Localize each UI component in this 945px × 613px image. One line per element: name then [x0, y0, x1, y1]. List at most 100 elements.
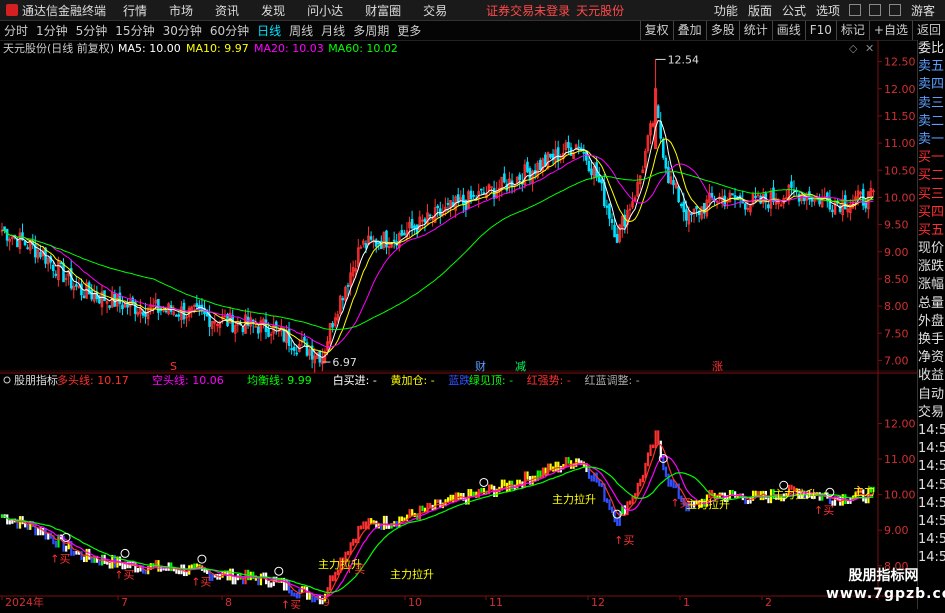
candle-body [16, 239, 19, 248]
menu-item-2[interactable]: 资讯 [204, 2, 250, 19]
sidebar-item-14[interactable]: 总量 [918, 295, 945, 313]
period-2[interactable]: 5分钟 [72, 22, 112, 39]
low-label: 6.97 [332, 356, 357, 369]
menu-item-1[interactable]: 市场 [158, 2, 204, 19]
user-label[interactable]: 游客 [905, 2, 945, 19]
sidebar-item-6[interactable]: 买一 [918, 149, 945, 167]
sub-signal-bar [382, 515, 386, 530]
sidebar-item-3[interactable]: 卖三 [918, 95, 945, 113]
menu-item-6[interactable]: 交易 [412, 2, 458, 19]
sub-signal-bar [587, 468, 591, 479]
tool-0[interactable]: 复权 [639, 21, 673, 40]
tool-7[interactable]: +自选 [868, 21, 912, 40]
sidebar-item-16[interactable]: 换手 [918, 331, 945, 349]
candle-body [369, 236, 373, 240]
sidebar-item-1[interactable]: 卖五 [918, 58, 945, 76]
period-8[interactable]: 月线 [317, 22, 349, 39]
sub-signal-bar [664, 466, 668, 478]
login-warning[interactable]: 证券交易未登录 [486, 2, 570, 19]
tool-1[interactable]: 叠加 [672, 21, 706, 40]
candle-body [567, 141, 570, 148]
chart-svg[interactable]: 天元股份(日线 前复权) MA5: 10.00 MA10: 9.97 MA20: 10… [0, 40, 918, 612]
minimize-icon[interactable] [848, 4, 861, 16]
tool-4[interactable]: 画线 [771, 21, 805, 40]
sub-signal-bar [546, 463, 550, 476]
sub-signal-bar [503, 479, 506, 487]
sidebar-item-13[interactable]: 涨幅 [918, 276, 945, 294]
sidebar-item-8[interactable]: 买三 [918, 186, 945, 204]
sidebar-item-15[interactable]: 外盘 [918, 313, 945, 331]
x-label-8: 2 [765, 596, 772, 609]
tool-5[interactable]: F10 [804, 21, 836, 40]
sidebar-item-17[interactable]: 净资 [918, 349, 945, 367]
sidebar-item-24[interactable]: 14:56 [918, 477, 945, 495]
x-label-1: 7 [121, 596, 128, 609]
menu-item-3[interactable]: 发现 [250, 2, 296, 19]
period-9[interactable]: 多周期 [349, 22, 393, 39]
top-marker-3 [274, 566, 284, 576]
period-4[interactable]: 30分钟 [159, 22, 206, 39]
candle-body [438, 208, 442, 216]
sidebar-item-22[interactable]: 14:56 [918, 440, 945, 458]
tool-8[interactable]: 返回 [911, 21, 945, 40]
sidebar-item-11[interactable]: 现价 [918, 240, 945, 258]
sidebar-item-4[interactable]: 卖二 [918, 113, 945, 131]
sidebar-item-28[interactable]: 14:56 [918, 549, 945, 567]
period-7[interactable]: 周线 [285, 22, 317, 39]
tool-2[interactable]: 多股 [705, 21, 739, 40]
sidebar-item-18[interactable]: 收益 [918, 367, 945, 385]
sidebar-item-27[interactable]: 14:56 [918, 531, 945, 549]
period-6[interactable]: 日线 [253, 22, 285, 39]
sub-signal-bar [421, 505, 424, 512]
maximize-icon[interactable] [868, 4, 881, 16]
candle-body [503, 173, 506, 183]
menu-options[interactable]: 选项 [811, 2, 845, 19]
period-5[interactable]: 60分钟 [206, 22, 253, 39]
candle-body [479, 188, 483, 191]
sidebar-item-9[interactable]: 买四 [918, 204, 945, 222]
candle-body [682, 201, 686, 213]
sidebar-item-0[interactable]: 委比 [918, 40, 945, 58]
menu-item-5[interactable]: 财富圈 [354, 2, 412, 19]
menu-formula[interactable]: 公式 [777, 2, 811, 19]
tool-3[interactable]: 统计 [738, 21, 772, 40]
menu-function[interactable]: 功能 [709, 2, 743, 19]
period-3[interactable]: 15分钟 [111, 22, 158, 39]
x-label-7: 1 [683, 596, 690, 609]
candle-body [403, 232, 406, 236]
buy-arrow-1: ↑买 [114, 568, 134, 581]
menu-layout[interactable]: 版面 [743, 2, 777, 19]
sidebar-item-10[interactable]: 买五 [918, 222, 945, 240]
sidebar-item-12[interactable]: 涨跌 [918, 258, 945, 276]
menu-item-0[interactable]: 行情 [112, 2, 158, 19]
top-marker-4 [479, 477, 489, 487]
menu-item-4[interactable]: 问小达 [296, 2, 354, 19]
sidebar-item-5[interactable]: 卖一 [918, 131, 945, 149]
close-icon[interactable] [888, 4, 901, 16]
sub-signal-bar [480, 487, 483, 493]
sidebar-item-21[interactable]: 14:56 [918, 422, 945, 440]
sub-label-3: 白买进: - [333, 373, 377, 387]
sidebar-item-7[interactable]: 买二 [918, 167, 945, 185]
event-mark-2: 减 [515, 360, 526, 373]
sub-label-8: 红蓝调整: - [585, 373, 640, 387]
period-1[interactable]: 1分钟 [32, 22, 72, 39]
tool-6[interactable]: 标记 [835, 21, 869, 40]
sidebar-item-25[interactable]: 14:56 [918, 495, 945, 513]
sidebar-item-2[interactable]: 卖四 [918, 76, 945, 94]
sidebar-item-20[interactable]: 交易 [918, 404, 945, 422]
candle-body [802, 195, 806, 202]
y-tick-label-4: 10.50 [884, 164, 916, 177]
high-label: 12.54 [668, 53, 700, 66]
candle-body [51, 264, 55, 271]
period-0[interactable]: 分时 [0, 22, 32, 39]
candle-body [590, 168, 593, 176]
sidebar-item-19[interactable]: 自动 [918, 386, 945, 404]
watermark-url: www.7gpzb.com [826, 586, 945, 602]
sidebar-item-23[interactable]: 14:56 [918, 458, 945, 476]
sub-signal-bar [347, 551, 350, 556]
sub-signal-bar [318, 594, 322, 605]
period-10[interactable]: 更多 [393, 22, 425, 39]
sidebar-item-26[interactable]: 14:56 [918, 513, 945, 531]
chart-area[interactable]: 天元股份(日线 前复权) MA5: 10.00 MA10: 9.97 MA20: 10… [0, 40, 918, 613]
